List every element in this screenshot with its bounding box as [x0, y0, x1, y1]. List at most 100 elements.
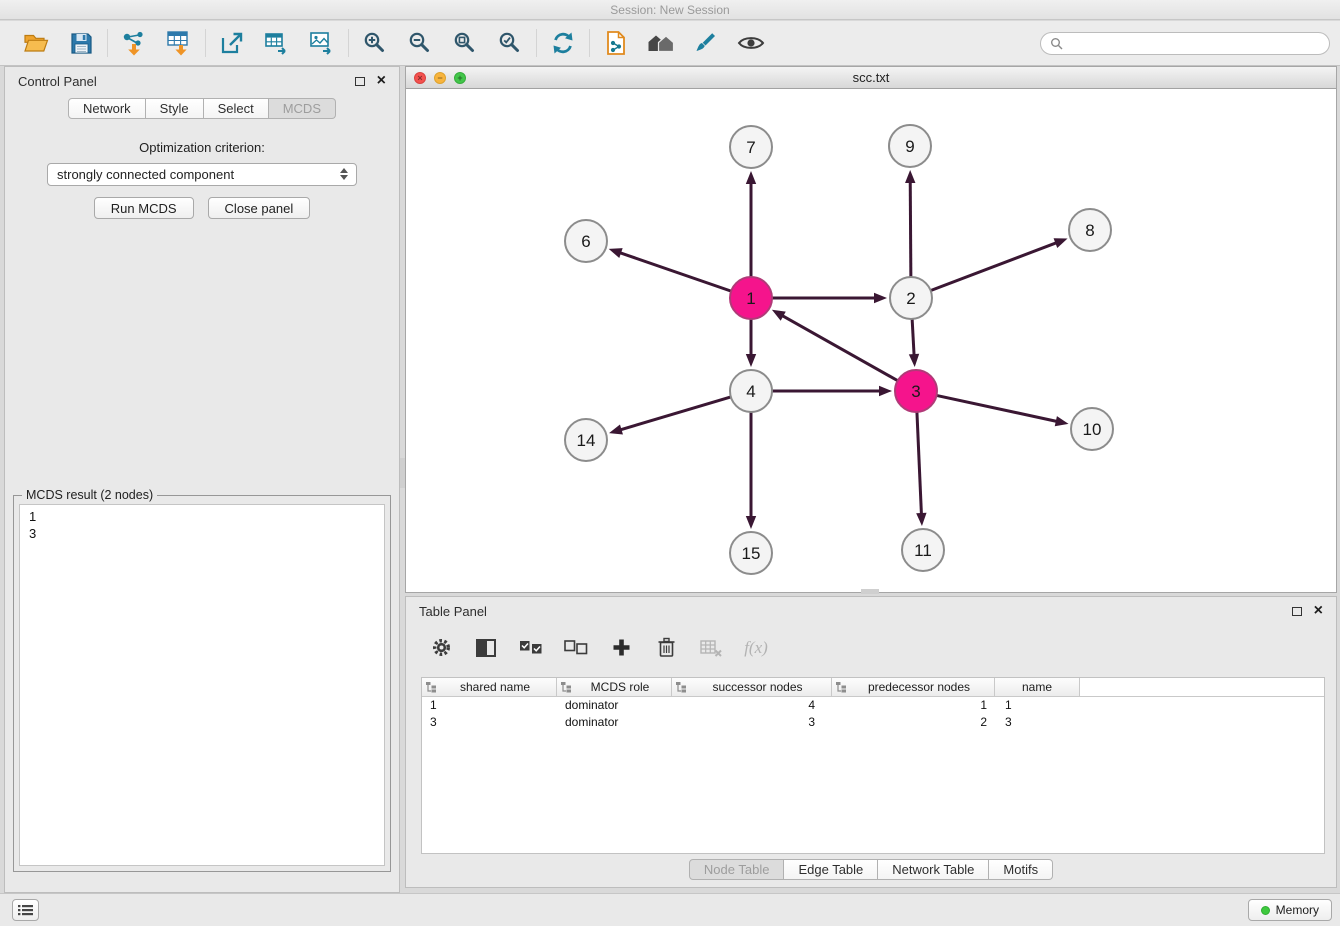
cell-shared-name[interactable]: 1	[422, 697, 557, 714]
graph-node-label-14: 14	[577, 431, 596, 450]
maximize-window-icon[interactable]	[454, 72, 466, 84]
tab-node-table[interactable]: Node Table	[689, 859, 785, 880]
zoom-selected-button[interactable]	[495, 28, 525, 58]
table-settings-button[interactable]	[428, 635, 454, 661]
cell-successor-nodes[interactable]: 3	[672, 714, 832, 731]
export-table-button[interactable]	[262, 28, 292, 58]
tab-select[interactable]: Select	[204, 98, 269, 119]
close-panel-button[interactable]: Close panel	[208, 197, 311, 219]
cell-shared-name[interactable]: 3	[422, 714, 557, 731]
unselect-all-columns-button[interactable]	[563, 635, 589, 661]
save-floppy-icon	[70, 32, 93, 55]
optimization-criterion-dropdown[interactable]: strongly connected component	[47, 163, 357, 186]
horizontal-splitter-grip[interactable]	[861, 589, 879, 594]
graph-edge-3-1[interactable]	[781, 315, 900, 382]
cell-name[interactable]: 1	[995, 697, 1080, 714]
network-window-titlebar[interactable]: scc.txt	[406, 67, 1336, 89]
export-image-button[interactable]	[307, 28, 337, 58]
select-all-columns-button[interactable]	[518, 635, 544, 661]
tab-motifs[interactable]: Motifs	[989, 859, 1053, 880]
fx-icon: f(x)	[744, 638, 768, 658]
network-report-button[interactable]	[601, 28, 631, 58]
show-columns-button[interactable]	[473, 635, 499, 661]
float-window-icon[interactable]	[355, 77, 365, 86]
float-window-icon[interactable]	[1292, 607, 1302, 616]
column-header-successor-nodes[interactable]: successor nodes	[672, 678, 832, 696]
status-bar: Memory	[0, 893, 1340, 926]
add-column-button[interactable]	[608, 635, 634, 661]
table-row[interactable]: 1 dominator 4 1 1	[422, 697, 1324, 714]
graph-edge-3-11[interactable]	[917, 409, 922, 515]
graph-edge-3-10[interactable]	[934, 395, 1058, 422]
table-row[interactable]: 3 dominator 3 2 3	[422, 714, 1324, 731]
tab-network-table[interactable]: Network Table	[878, 859, 989, 880]
task-history-button[interactable]	[12, 899, 39, 921]
tab-network[interactable]: Network	[68, 98, 146, 119]
run-mcds-button[interactable]: Run MCDS	[94, 197, 194, 219]
graph-edge-2-8[interactable]	[928, 242, 1057, 291]
graph-edge-4-14[interactable]	[620, 396, 734, 430]
network-canvas[interactable]: 7968124314101511	[406, 89, 1336, 592]
graph-node-label-11: 11	[914, 541, 932, 560]
export-network-button[interactable]	[217, 28, 247, 58]
graph-edge-arrowhead	[879, 386, 892, 396]
dropdown-arrows-icon	[340, 168, 348, 180]
toolbar-group-export	[206, 28, 348, 58]
search-input[interactable]	[1068, 36, 1320, 50]
zoom-fit-button[interactable]	[450, 28, 480, 58]
close-window-icon[interactable]	[414, 72, 426, 84]
graph-node-label-1: 1	[746, 289, 755, 308]
cell-successor-nodes[interactable]: 4	[672, 697, 832, 714]
close-panel-icon[interactable]	[377, 75, 386, 87]
graph-node-label-8: 8	[1085, 221, 1094, 240]
import-network-button[interactable]	[119, 28, 149, 58]
control-panel-title: Control Panel	[18, 74, 97, 89]
open-session-button[interactable]	[21, 28, 51, 58]
cell-name[interactable]: 3	[995, 714, 1080, 731]
memory-button[interactable]: Memory	[1248, 899, 1332, 921]
graph-edge-arrowhead	[1054, 238, 1068, 248]
graph-edge-2-9[interactable]	[910, 181, 911, 280]
mcds-result-item[interactable]: 3	[29, 525, 375, 542]
cell-mcds-role[interactable]: dominator	[557, 714, 672, 731]
graph-node-label-7: 7	[746, 138, 755, 157]
minimize-window-icon[interactable]	[434, 72, 446, 84]
import-table-button[interactable]	[164, 28, 194, 58]
graph-node-label-10: 10	[1083, 420, 1102, 439]
zoom-out-button[interactable]	[405, 28, 435, 58]
toolbar-group-misc	[590, 28, 777, 58]
graph-edge-2-3[interactable]	[912, 316, 914, 356]
vertical-splitter-grip[interactable]	[400, 458, 405, 488]
node-table: shared name MCDS role successor	[421, 677, 1325, 854]
mcds-result-item[interactable]: 1	[29, 508, 375, 525]
apply-layout-button[interactable]	[548, 28, 578, 58]
graph-edge-1-6[interactable]	[619, 252, 734, 292]
function-builder-button[interactable]: f(x)	[743, 635, 769, 661]
graph-edge-arrowhead	[746, 354, 756, 367]
delete-column-button[interactable]	[653, 635, 679, 661]
cell-predecessor-nodes[interactable]: 2	[832, 714, 995, 731]
column-header-shared-name[interactable]: shared name	[422, 678, 557, 696]
save-session-button[interactable]	[66, 28, 96, 58]
close-panel-icon[interactable]	[1314, 605, 1323, 617]
cell-predecessor-nodes[interactable]: 1	[832, 697, 995, 714]
delete-table-button[interactable]	[698, 635, 724, 661]
column-header-name[interactable]: name	[995, 678, 1080, 696]
column-header-mcds-role[interactable]: MCDS role	[557, 678, 672, 696]
welcome-screen-button[interactable]	[646, 28, 676, 58]
zoom-in-button[interactable]	[360, 28, 390, 58]
network-graph[interactable]: 7968124314101511	[406, 89, 1336, 592]
graph-edge-arrowhead	[874, 293, 887, 303]
plus-icon	[612, 638, 631, 657]
cell-mcds-role[interactable]: dominator	[557, 697, 672, 714]
graph-node-label-4: 4	[746, 382, 755, 401]
document-share-icon	[604, 30, 628, 56]
toggle-visibility-button[interactable]	[736, 28, 766, 58]
toolbar-group-import	[108, 28, 205, 58]
column-header-predecessor-nodes[interactable]: predecessor nodes	[832, 678, 995, 696]
tab-edge-table[interactable]: Edge Table	[784, 859, 878, 880]
style-brush-button[interactable]	[691, 28, 721, 58]
tab-mcds[interactable]: MCDS	[269, 98, 336, 119]
search-field[interactable]	[1040, 32, 1330, 55]
tab-style[interactable]: Style	[146, 98, 204, 119]
